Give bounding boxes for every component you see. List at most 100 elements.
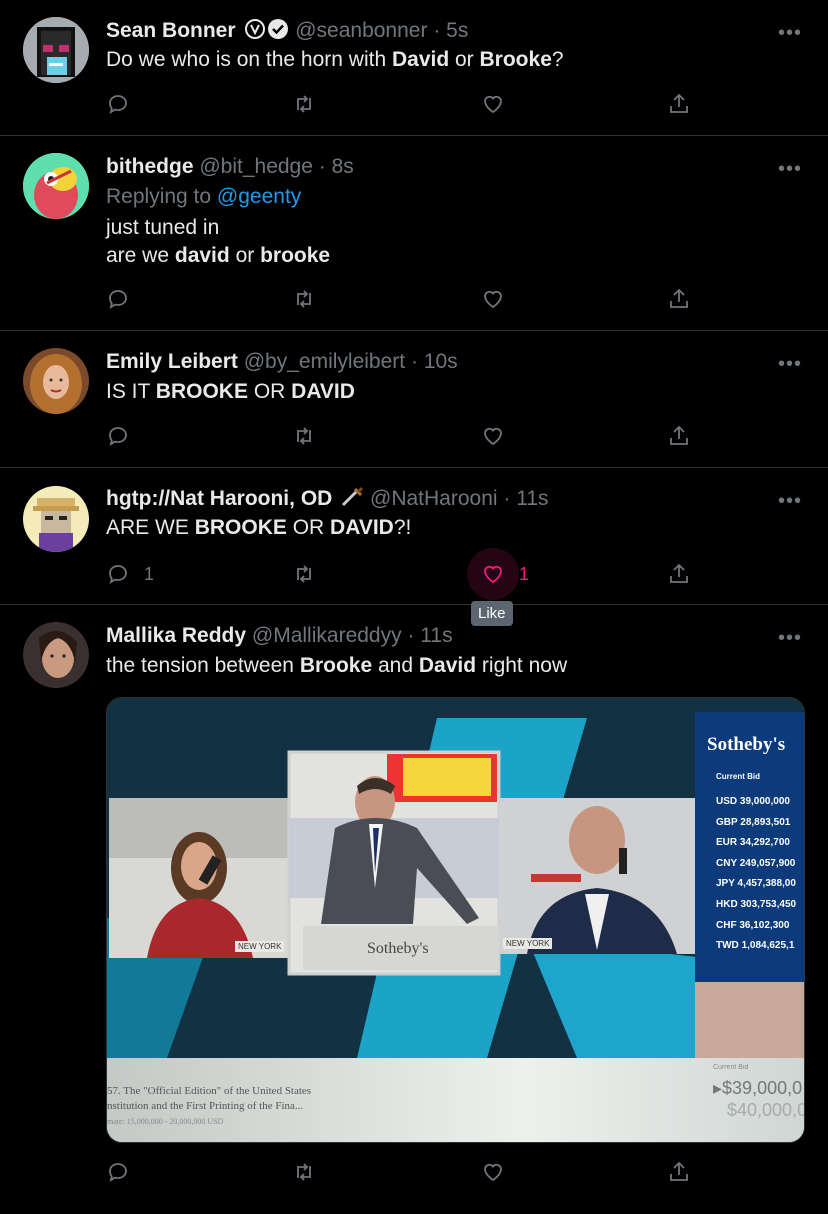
heart-icon: [484, 565, 502, 584]
tweet-bithedge[interactable]: bithedge @bit_hedge · 8s ••• Replying to…: [0, 136, 828, 331]
avatar[interactable]: [23, 622, 89, 688]
text-segment: or: [229, 244, 261, 267]
retweet-icon: [297, 290, 311, 308]
replying-label: Replying to: [106, 185, 217, 208]
more-options-icon[interactable]: •••: [778, 353, 802, 376]
text-segment: OR: [286, 516, 331, 539]
pixel-avatar-icon: [23, 17, 89, 83]
heart-icon: [484, 1163, 502, 1182]
tweet-actions: [106, 424, 706, 454]
lot-description: 57. The "Official Edition" of the United…: [107, 1084, 311, 1129]
timestamp[interactable]: 8s: [332, 155, 354, 178]
retweet-button[interactable]: [292, 287, 316, 311]
avatar[interactable]: [23, 486, 89, 552]
avatar[interactable]: [23, 153, 89, 219]
display-name[interactable]: Emily Leibert: [106, 350, 238, 373]
like-button[interactable]: [481, 287, 505, 311]
reply-button[interactable]: [106, 424, 130, 448]
tweet-nat-harooni[interactable]: hgtp://Nat Harooni, OD @NatHarooni · 11s…: [0, 468, 828, 605]
reply-button[interactable]: 1: [106, 562, 154, 586]
timestamp[interactable]: 11s: [516, 487, 548, 510]
sothebys-logo: Sotheby's: [707, 734, 786, 755]
bid-value: 28,893,501: [740, 816, 791, 828]
reply-button[interactable]: [106, 287, 130, 311]
bid-currency: USD: [716, 796, 738, 807]
bid-row: HKD 303,753,450: [716, 895, 796, 916]
text-bold: DAVID: [330, 516, 394, 539]
avatar[interactable]: [23, 17, 89, 83]
heart-icon: [484, 95, 502, 114]
tweet-emily-leibert[interactable]: Emily Leibert @by_emilyleibert · 10s •••…: [0, 331, 828, 468]
display-name[interactable]: Mallika Reddy: [106, 624, 246, 647]
tweet-actions: [106, 1160, 706, 1190]
retweet-button[interactable]: [292, 92, 316, 116]
user-handle[interactable]: @seanbonner: [295, 19, 427, 42]
share-button[interactable]: [667, 287, 691, 311]
timestamp[interactable]: 11s: [420, 624, 452, 647]
bid-row: CNY 249,057,900: [716, 854, 796, 875]
text-bold: Brooke: [299, 654, 373, 677]
like-button[interactable]: [481, 92, 505, 116]
share-icon: [670, 93, 688, 113]
user-handle[interactable]: @NatHarooni: [370, 487, 498, 510]
profile-photo-icon: [23, 622, 89, 688]
display-name[interactable]: Sean Bonner: [106, 19, 236, 42]
like-button[interactable]: 1: [467, 548, 529, 600]
tweet-sean-bonner[interactable]: Sean Bonner @seanbonner · 5s ••• Do we w…: [0, 0, 828, 136]
share-button[interactable]: [667, 1160, 691, 1184]
separator: ·: [410, 350, 418, 373]
text-segment: and: [372, 654, 419, 677]
separator: ·: [318, 155, 326, 178]
reply-button[interactable]: [106, 92, 130, 116]
podium-logo: Sotheby's: [367, 940, 429, 957]
retweet-button[interactable]: [292, 1160, 316, 1184]
share-button[interactable]: [667, 562, 691, 586]
user-handle[interactable]: @bit_hedge: [199, 155, 313, 178]
share-button[interactable]: [667, 424, 691, 448]
tweet-header: hgtp://Nat Harooni, OD @NatHarooni · 11s: [106, 486, 549, 515]
tweet-header: Sean Bonner @seanbonner · 5s: [106, 18, 468, 47]
more-options-icon[interactable]: •••: [778, 627, 802, 650]
retweet-icon: [297, 95, 311, 113]
like-button[interactable]: [481, 424, 505, 448]
display-name[interactable]: hgtp://Nat Harooni, OD: [106, 487, 332, 510]
bid-row: GBP 28,893,501: [716, 813, 796, 834]
bid-value: 39,000,000: [739, 796, 790, 807]
bid-currency: HKD: [716, 898, 738, 910]
retweet-icon: [297, 565, 311, 583]
display-name[interactable]: bithedge: [106, 155, 194, 178]
text-bold: brooke: [260, 244, 331, 267]
text-segment: ?: [551, 48, 564, 71]
share-icon: [670, 1161, 688, 1181]
user-handle[interactable]: @by_emilyleibert: [244, 350, 405, 373]
tweet-header: Emily Leibert @by_emilyleibert · 10s: [106, 349, 458, 375]
replying-handle-link[interactable]: @geenty: [217, 185, 301, 208]
bid-board: USD 39,000,000 GBP 28,893,501 EUR 34,292…: [716, 792, 796, 957]
reply-icon: [109, 427, 127, 446]
retweet-button[interactable]: [292, 562, 316, 586]
separator: ·: [503, 487, 511, 510]
separator: ·: [407, 624, 415, 647]
more-options-icon[interactable]: •••: [778, 22, 802, 45]
verified-badge-icon: [245, 18, 289, 47]
bid-row: USD 39,000,000: [716, 792, 796, 813]
text-bold: Brooke: [479, 48, 552, 71]
reply-button[interactable]: [106, 1160, 130, 1184]
retweet-button[interactable]: [292, 424, 316, 448]
share-icon: [670, 425, 688, 445]
timestamp[interactable]: 5s: [446, 19, 468, 42]
more-options-icon[interactable]: •••: [778, 490, 802, 513]
bid-row: TWD 1,084,625,1: [716, 936, 796, 957]
bid-currency: JPY: [716, 878, 735, 890]
text-bold: BROOKE: [155, 380, 248, 403]
retweet-icon: [297, 427, 311, 445]
tweet-media-photo[interactable]: Sotheby's Current Bid USD 39,000,000 GBP…: [106, 697, 805, 1143]
avatar[interactable]: [23, 348, 89, 414]
like-button[interactable]: [481, 1160, 505, 1184]
user-handle[interactable]: @Mallikareddyy: [252, 624, 402, 647]
text-segment: Do we who is on the horn with: [106, 48, 392, 71]
timestamp[interactable]: 10s: [424, 350, 458, 373]
reply-icon: [109, 290, 127, 309]
more-options-icon[interactable]: •••: [778, 158, 802, 181]
share-button[interactable]: [667, 92, 691, 116]
